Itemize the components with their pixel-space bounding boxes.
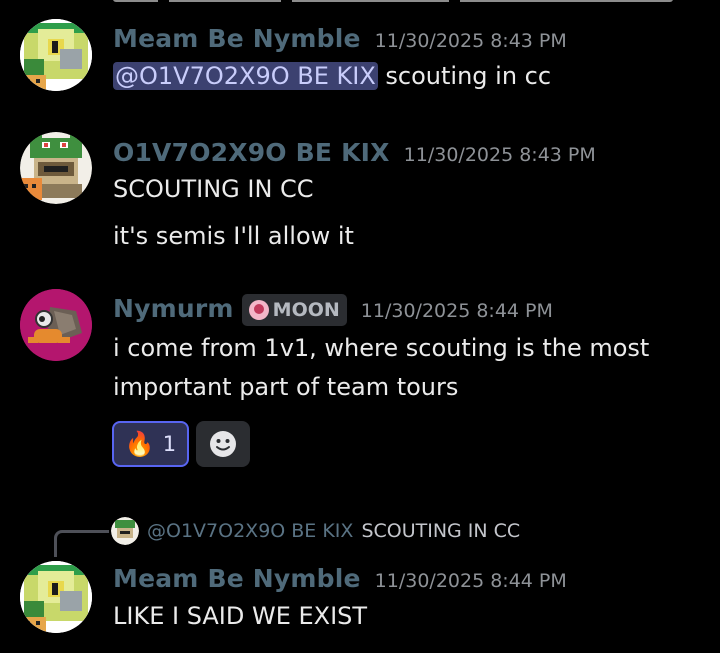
reaction-fire[interactable]: 🔥 1: [112, 421, 189, 467]
message-text: scouting in cc: [385, 62, 552, 90]
message-content: @O1V7O2X9O BE KIX scouting in cc: [113, 62, 551, 90]
timestamp: 11/30/2025 8:43 PM: [374, 30, 567, 52]
message-text: important part of team tours: [113, 373, 459, 401]
author-name[interactable]: Meam Be Nymble: [113, 564, 361, 593]
avatar[interactable]: [20, 289, 92, 361]
reply-text[interactable]: SCOUTING IN CC: [361, 520, 520, 542]
author-name[interactable]: Meam Be Nymble: [113, 24, 361, 53]
author-name[interactable]: Nymurm: [113, 294, 234, 323]
reply-connector: [54, 530, 109, 557]
avatar[interactable]: [20, 561, 92, 633]
message-text: SCOUTING IN CC: [113, 175, 314, 203]
timestamp: 11/30/2025 8:44 PM: [360, 300, 553, 322]
add-reaction-button[interactable]: [196, 421, 250, 467]
reaction-count: 1: [162, 432, 177, 456]
add-reaction-icon: [210, 431, 236, 457]
avatar[interactable]: [20, 132, 92, 204]
message-text: it's semis I'll allow it: [113, 222, 354, 250]
fire-emoji-icon: 🔥: [124, 430, 155, 458]
reply-author[interactable]: @O1V7O2X9O BE KIX: [147, 520, 353, 542]
user-mention[interactable]: @O1V7O2X9O BE KIX: [113, 62, 378, 90]
avatar[interactable]: [20, 19, 92, 91]
cutoff-previous-text: [113, 0, 673, 6]
message-text: LIKE I SAID WE EXIST: [113, 602, 368, 630]
badge-label: MOON: [272, 299, 340, 321]
avatar: [111, 517, 139, 545]
timestamp: 11/30/2025 8:44 PM: [374, 570, 567, 592]
author-name[interactable]: O1V7O2X9O BE KIX: [113, 138, 390, 167]
timestamp: 11/30/2025 8:43 PM: [403, 144, 596, 166]
role-badge[interactable]: MOON: [241, 294, 347, 326]
moon-badge-icon: [248, 300, 269, 320]
message-text: i come from 1v1, where scouting is the m…: [113, 334, 650, 362]
reply-reference[interactable]: @O1V7O2X9O BE KIX SCOUTING IN CC: [111, 517, 520, 545]
